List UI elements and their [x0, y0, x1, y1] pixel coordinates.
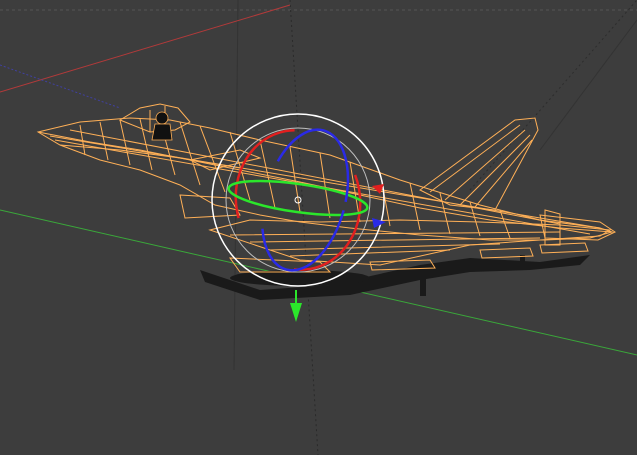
viewport-canvas[interactable]	[0, 0, 637, 455]
3d-viewport[interactable]	[0, 0, 637, 455]
viewport-background	[0, 0, 637, 455]
